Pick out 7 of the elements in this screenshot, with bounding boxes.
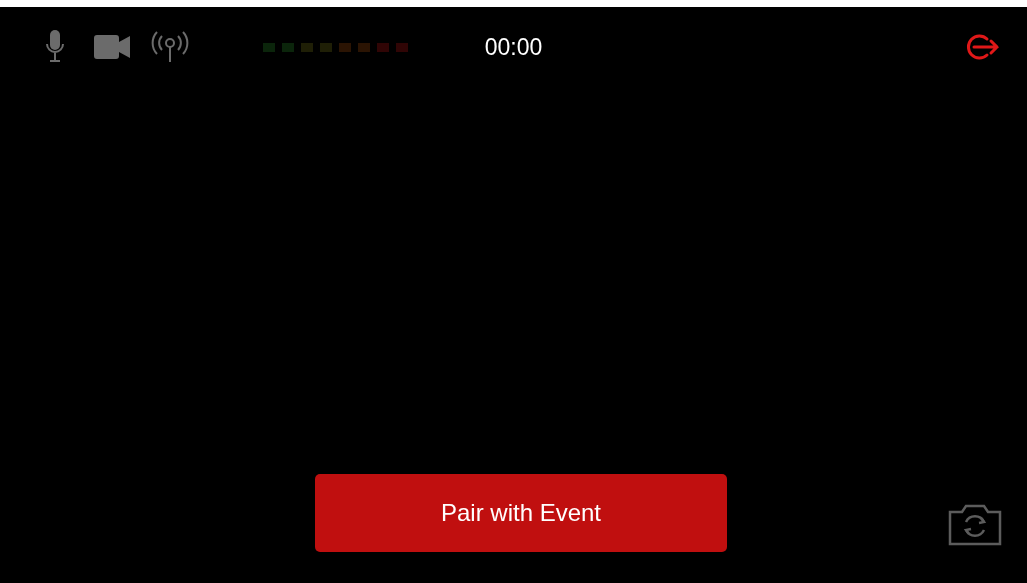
pair-with-event-button[interactable]: Pair with Event	[315, 474, 727, 552]
recording-timer: 00:00	[484, 32, 543, 62]
microphone-icon[interactable]	[46, 30, 64, 64]
exit-icon[interactable]	[965, 32, 1001, 62]
switch-camera-icon[interactable]	[946, 504, 1004, 546]
antenna-icon[interactable]	[151, 31, 189, 63]
video-camera-icon[interactable]	[94, 35, 130, 59]
